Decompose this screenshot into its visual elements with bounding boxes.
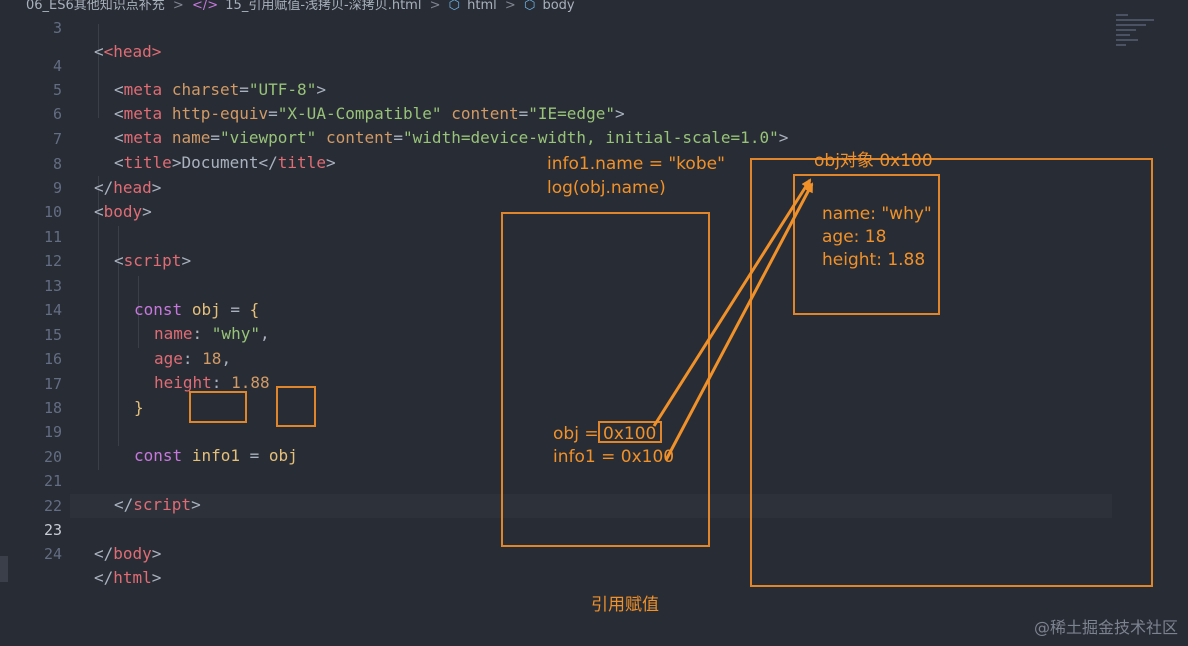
info1-reference-arrow <box>664 182 814 461</box>
obj-reference-arrow <box>652 178 812 427</box>
reference-arrows <box>652 178 814 461</box>
watermark: @稀土掘金技术社区 <box>1033 618 1178 637</box>
